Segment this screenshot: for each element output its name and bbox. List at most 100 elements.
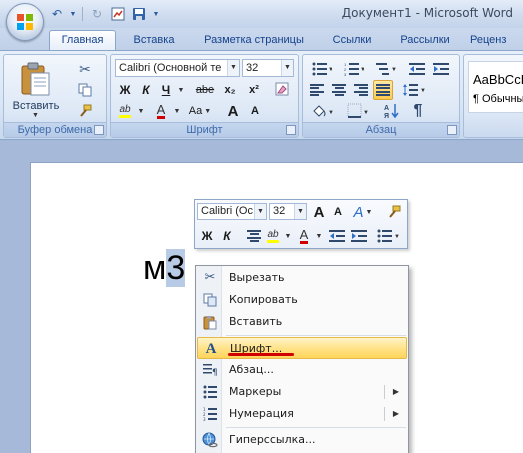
highlight-dropdown-icon[interactable]: ▼ <box>135 101 145 121</box>
mini-decrease-indent-button[interactable] <box>327 226 347 246</box>
menu-item-copy[interactable]: Копировать <box>197 289 407 311</box>
clipboard-launcher[interactable] <box>94 125 104 135</box>
menu-item-cut[interactable]: ✂ Вырезать <box>197 267 407 289</box>
undo-dropdown-icon[interactable]: ▼ <box>69 5 77 23</box>
menu-item-bullets-label: Маркеры <box>229 385 282 398</box>
align-center-button[interactable] <box>329 80 349 100</box>
submenu-separator <box>384 385 385 399</box>
mini-font-name-combo[interactable]: Calibri (Ос ▼ <box>197 203 267 220</box>
subscript-button[interactable]: x₂ <box>219 80 241 100</box>
multilevel-list-button[interactable]: ▼ <box>371 59 401 79</box>
numbering-icon: 123▼ <box>344 62 364 76</box>
mini-highlight-dropdown-icon[interactable]: ▼ <box>282 226 292 246</box>
chevron-down-icon[interactable]: ▼ <box>254 204 266 219</box>
font-size-combo[interactable]: 32 ▼ <box>242 59 294 77</box>
sort-button[interactable]: AЯ <box>381 101 403 121</box>
qat-customize-icon[interactable]: ▼ <box>151 5 161 23</box>
borders-button[interactable]: ▼ <box>343 101 373 121</box>
print-preview-icon[interactable] <box>109 5 127 23</box>
office-logo-icon <box>17 14 34 31</box>
chevron-down-icon[interactable]: ▼ <box>294 204 306 219</box>
justify-button[interactable] <box>373 80 393 100</box>
mini-highlight-button[interactable]: ab <box>263 226 283 246</box>
mini-grow-font-button[interactable]: A <box>309 202 329 222</box>
tab-mailings[interactable]: Рассылки <box>390 31 460 50</box>
font-color-button[interactable]: A <box>151 101 171 121</box>
format-painter-icon <box>389 205 401 218</box>
menu-item-copy-label: Копировать <box>229 293 298 306</box>
underline-dropdown-icon[interactable]: ▼ <box>175 80 185 100</box>
line-spacing-button[interactable]: ▼ <box>399 80 429 100</box>
style-normal-tile[interactable]: AaBbCcD ¶ Обычны <box>468 61 523 113</box>
tab-review[interactable]: Реценз <box>470 31 523 50</box>
format-painter-button[interactable] <box>74 101 96 121</box>
window-title: Документ1 - Microsoft Word <box>341 6 513 20</box>
align-left-button[interactable] <box>307 80 327 100</box>
font-size-value: 32 <box>246 62 259 74</box>
bullets-button[interactable]: ▼ <box>307 59 337 79</box>
show-marks-button[interactable]: ¶ <box>407 101 429 121</box>
grow-font-button[interactable]: A <box>223 101 243 121</box>
font-name-combo[interactable]: Calibri (Основной те ▼ <box>115 59 240 77</box>
font-color-dropdown-icon[interactable]: ▼ <box>171 101 181 121</box>
menu-item-numbering[interactable]: 123 Нумерация ▶ <box>197 403 407 425</box>
decrease-indent-button[interactable] <box>407 59 427 79</box>
undo-icon[interactable]: ↶ <box>48 5 66 23</box>
menu-item-paste-label: Вставить <box>229 315 283 328</box>
office-button[interactable] <box>6 3 44 41</box>
document-text[interactable]: м3 <box>143 248 186 288</box>
shrink-font-button[interactable]: A <box>245 101 265 121</box>
highlight-button[interactable]: ab <box>115 101 135 121</box>
mini-font-color-button[interactable]: A <box>295 226 313 246</box>
text-selected[interactable]: 3 <box>166 249 186 287</box>
group-label-clipboard: Буфер обмена <box>4 122 106 137</box>
menu-item-hyperlink[interactable]: Гиперссылка... <box>197 429 407 451</box>
change-case-button[interactable]: Aa ▼ <box>185 101 215 121</box>
tab-page-layout[interactable]: Разметка страницы <box>193 31 315 50</box>
mini-font-size-combo[interactable]: 32 ▼ <box>269 203 307 220</box>
mini-bold-button[interactable]: Ж <box>197 226 217 246</box>
clear-formatting-button[interactable] <box>271 79 293 99</box>
tab-references[interactable]: Ссылки <box>322 31 382 50</box>
context-menu: ✂ Вырезать Копировать Вставить A Шрифт..… <box>195 265 409 453</box>
increase-indent-button[interactable] <box>431 59 451 79</box>
save-icon[interactable] <box>130 5 148 23</box>
paste-label: Вставить <box>12 100 60 112</box>
mini-bullets-button[interactable]: ▼ <box>373 226 403 246</box>
mini-shrink-font-button[interactable]: A <box>329 202 347 222</box>
underline-button[interactable]: Ч <box>157 80 175 100</box>
svg-text:3: 3 <box>203 417 206 421</box>
tab-insert[interactable]: Вставка <box>121 31 187 50</box>
bullets-icon: ▼ <box>377 229 399 243</box>
numbering-button[interactable]: 1 2 3 ▼ <box>339 59 369 79</box>
svg-text:Я: Я <box>384 113 389 119</box>
menu-item-paste[interactable]: Вставить <box>197 311 407 333</box>
superscript-button[interactable]: x² <box>243 80 265 100</box>
mini-font-color-dropdown-icon[interactable]: ▼ <box>313 226 323 246</box>
shading-icon: ▼ <box>313 105 333 117</box>
italic-button[interactable]: К <box>136 80 156 100</box>
paragraph-launcher[interactable] <box>447 125 457 135</box>
bold-button[interactable]: Ж <box>115 80 135 100</box>
copy-button[interactable] <box>74 80 96 100</box>
mini-styles-button[interactable]: A ▼ <box>349 202 377 222</box>
paragraph-icon: ¶ <box>201 362 219 378</box>
menu-item-paragraph[interactable]: ¶ Абзац... <box>197 359 407 381</box>
menu-item-bullets[interactable]: Маркеры ▶ <box>197 381 407 403</box>
strikethrough-button[interactable]: abe <box>193 80 217 100</box>
mini-italic-button[interactable]: К <box>217 226 237 246</box>
shading-button[interactable]: ▼ <box>307 101 337 121</box>
cut-button[interactable]: ✂ <box>74 59 96 79</box>
group-styles: AaBbCcD ¶ Обычны <box>463 54 523 138</box>
redo-icon[interactable]: ↻ <box>88 5 106 23</box>
mini-format-painter-button[interactable] <box>383 202 405 222</box>
chevron-down-icon[interactable]: ▼ <box>227 60 239 76</box>
svg-text:¶: ¶ <box>212 368 217 377</box>
chevron-down-icon[interactable]: ▼ <box>281 60 293 76</box>
tab-home[interactable]: Главная <box>49 30 116 51</box>
paste-button[interactable]: Вставить ▼ <box>10 59 62 121</box>
mini-increase-indent-button[interactable] <box>349 226 369 246</box>
align-right-button[interactable] <box>351 80 371 100</box>
font-launcher[interactable] <box>286 125 296 135</box>
scissors-icon: ✂ <box>79 60 91 77</box>
